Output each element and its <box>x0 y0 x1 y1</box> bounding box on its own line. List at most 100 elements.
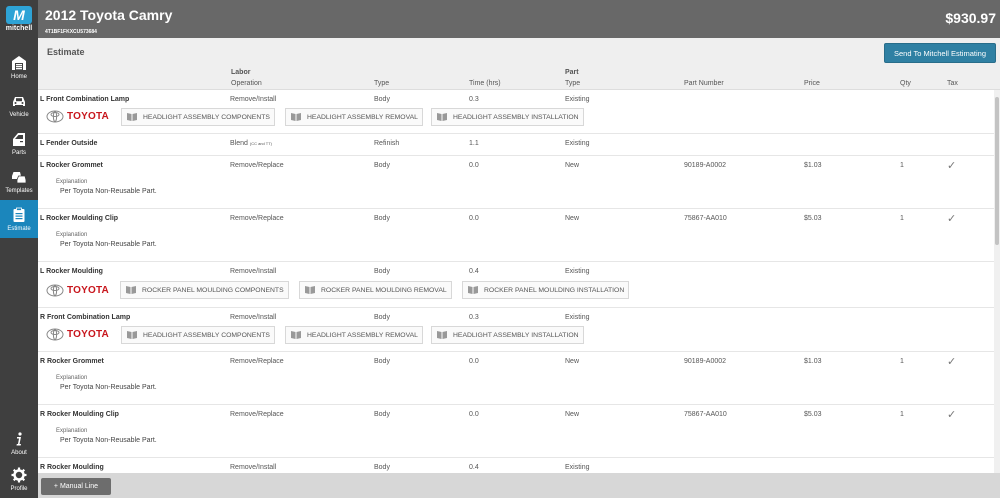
line-operation: Remove/Replace <box>230 358 284 365</box>
nav-templates[interactable]: Templates <box>0 162 38 200</box>
line-price: $1.03 <box>804 358 822 365</box>
line-qty: 1 <box>900 162 904 169</box>
brand-name: TOYOTA <box>67 285 109 296</box>
estimate-line[interactable]: L Rocker Grommet Remove/Replace Body 0.0… <box>38 156 994 209</box>
guide-label: ROCKER PANEL MOULDING INSTALLATION <box>484 286 625 294</box>
line-type: Body <box>374 162 390 169</box>
info-icon <box>16 431 22 445</box>
guide-button[interactable]: HEADLIGHT ASSEMBLY REMOVAL <box>285 108 423 126</box>
nav-estimate-label: Estimate <box>7 225 31 232</box>
nav-home-label: Home <box>10 73 27 80</box>
cars-icon <box>12 171 27 183</box>
explanation-label: Explanation <box>56 375 88 381</box>
column-header: Labor Operation Type Time (hrs) Part Typ… <box>38 66 1000 90</box>
line-time: 0.0 <box>469 215 479 222</box>
book-icon <box>291 331 301 339</box>
guide-label: HEADLIGHT ASSEMBLY COMPONENTS <box>143 113 270 121</box>
estimate-lines: L Front Combination Lamp Remove/Install … <box>38 90 994 473</box>
nav-about[interactable]: About <box>0 424 38 462</box>
line-part-type: New <box>565 215 580 222</box>
line-part-type: Existing <box>565 96 590 103</box>
estimate-line[interactable]: L Front Combination Lamp Remove/Install … <box>38 90 994 134</box>
estimate-line[interactable]: R Rocker Moulding Clip Remove/Replace Bo… <box>38 405 994 458</box>
price-header: Price <box>804 80 820 87</box>
guide-label: HEADLIGHT ASSEMBLY REMOVAL <box>307 331 418 339</box>
line-price: $5.03 <box>804 215 822 222</box>
explanation-label: Explanation <box>56 179 88 185</box>
estimate-total: $930.97 <box>945 10 996 26</box>
toyota-logo-icon <box>46 110 64 123</box>
tax-check-icon: ✓ <box>947 356 957 368</box>
guide-button[interactable]: ROCKER PANEL MOULDING INSTALLATION <box>462 281 630 299</box>
line-name: R Rocker Moulding <box>40 464 104 471</box>
toyota-logo-icon <box>46 284 64 297</box>
line-name: R Rocker Moulding Clip <box>40 411 119 418</box>
line-name: R Front Combination Lamp <box>40 314 131 321</box>
vehicle-vin: 4T1BF1FKXCU573684 <box>45 29 97 35</box>
explanation-text: Per Toyota Non-Reusable Part. <box>60 188 157 195</box>
time-header: Time (hrs) <box>469 80 501 87</box>
line-part-number: 75867-AA010 <box>684 215 727 222</box>
estimate-line[interactable]: R Front Combination Lamp Remove/Install … <box>38 308 994 352</box>
nav-parts[interactable]: Parts <box>0 124 38 162</box>
nav-templates-label: Templates <box>5 187 33 194</box>
explanation-label: Explanation <box>56 232 88 238</box>
line-operation: Remove/Install <box>230 314 277 321</box>
guide-button[interactable]: HEADLIGHT ASSEMBLY REMOVAL <box>285 326 423 344</box>
estimate-line[interactable]: L Rocker Moulding Remove/Install Body 0.… <box>38 262 994 308</box>
toyota-brand: TOYOTA <box>46 284 109 297</box>
send-to-mitchell-button[interactable]: Send To Mitchell Estimating <box>884 43 996 63</box>
nav-profile[interactable]: Profile <box>0 460 38 498</box>
tax-check-icon: ✓ <box>947 160 957 172</box>
line-part-number: 90189-A0002 <box>684 162 727 169</box>
estimate-line[interactable]: R Rocker Moulding Remove/Install Body 0.… <box>38 458 994 473</box>
line-operation: Blend (CC and TT) <box>230 140 272 147</box>
estimate-title: Estimate <box>47 47 85 57</box>
operation-header: Operation <box>231 80 262 87</box>
vehicle-title: 2012 Toyota Camry <box>45 7 173 23</box>
book-icon <box>437 113 447 121</box>
brand-name: TOYOTA <box>67 329 109 340</box>
explanation-text: Per Toyota Non-Reusable Part. <box>60 384 157 391</box>
clipboard-list-icon <box>13 207 25 222</box>
book-icon <box>127 113 137 121</box>
guide-label: HEADLIGHT ASSEMBLY INSTALLATION <box>453 331 579 339</box>
estimate-line[interactable]: R Rocker Grommet Remove/Replace Body 0.0… <box>38 352 994 405</box>
line-part-type: New <box>565 162 580 169</box>
guide-button[interactable]: HEADLIGHT ASSEMBLY COMPONENTS <box>121 326 275 344</box>
nav-estimate[interactable]: Estimate <box>0 200 38 238</box>
estimate-line[interactable]: L Rocker Moulding Clip Remove/Replace Bo… <box>38 209 994 262</box>
part-type-header: Type <box>565 80 581 87</box>
explanation-text: Per Toyota Non-Reusable Part. <box>60 241 157 248</box>
nav-about-label: About <box>11 449 27 456</box>
tax-check-icon: ✓ <box>947 213 957 225</box>
estimate-toolbar: Estimate Send To Mitchell Estimating <box>38 38 1000 66</box>
toyota-brand: TOYOTA <box>46 110 109 123</box>
line-type: Body <box>374 358 390 365</box>
type-header: Type <box>374 80 390 87</box>
guide-label: ROCKER PANEL MOULDING REMOVAL <box>321 286 447 294</box>
book-icon <box>468 286 478 294</box>
line-time: 0.0 <box>469 411 479 418</box>
guide-button[interactable]: HEADLIGHT ASSEMBLY COMPONENTS <box>121 108 275 126</box>
guide-button[interactable]: HEADLIGHT ASSEMBLY INSTALLATION <box>431 326 584 344</box>
add-manual-line-button[interactable]: + Manual Line <box>41 478 111 495</box>
scrollbar-thumb[interactable] <box>995 97 999 245</box>
guide-button[interactable]: HEADLIGHT ASSEMBLY INSTALLATION <box>431 108 584 126</box>
mitchell-logo-icon: M <box>6 6 32 24</box>
guide-button[interactable]: ROCKER PANEL MOULDING REMOVAL <box>299 281 452 299</box>
labor-group-header: Labor <box>231 69 251 76</box>
guide-button[interactable]: ROCKER PANEL MOULDING COMPONENTS <box>120 281 289 299</box>
qty-header: Qty <box>900 80 911 87</box>
mitchell-logo[interactable]: M mitchell <box>0 0 38 38</box>
nav-home[interactable]: Home <box>0 48 38 86</box>
operation-text: Blend <box>230 140 248 147</box>
line-qty: 1 <box>900 215 904 222</box>
toyota-brand: TOYOTA <box>46 328 109 341</box>
line-name: L Front Combination Lamp <box>40 96 130 103</box>
estimate-line[interactable]: L Fender Outside Blend (CC and TT) Refin… <box>38 134 994 156</box>
nav-vehicle[interactable]: Vehicle <box>0 86 38 124</box>
line-part-type: Existing <box>565 464 590 471</box>
guide-label: ROCKER PANEL MOULDING COMPONENTS <box>142 286 284 294</box>
part-group-header: Part <box>565 69 579 76</box>
